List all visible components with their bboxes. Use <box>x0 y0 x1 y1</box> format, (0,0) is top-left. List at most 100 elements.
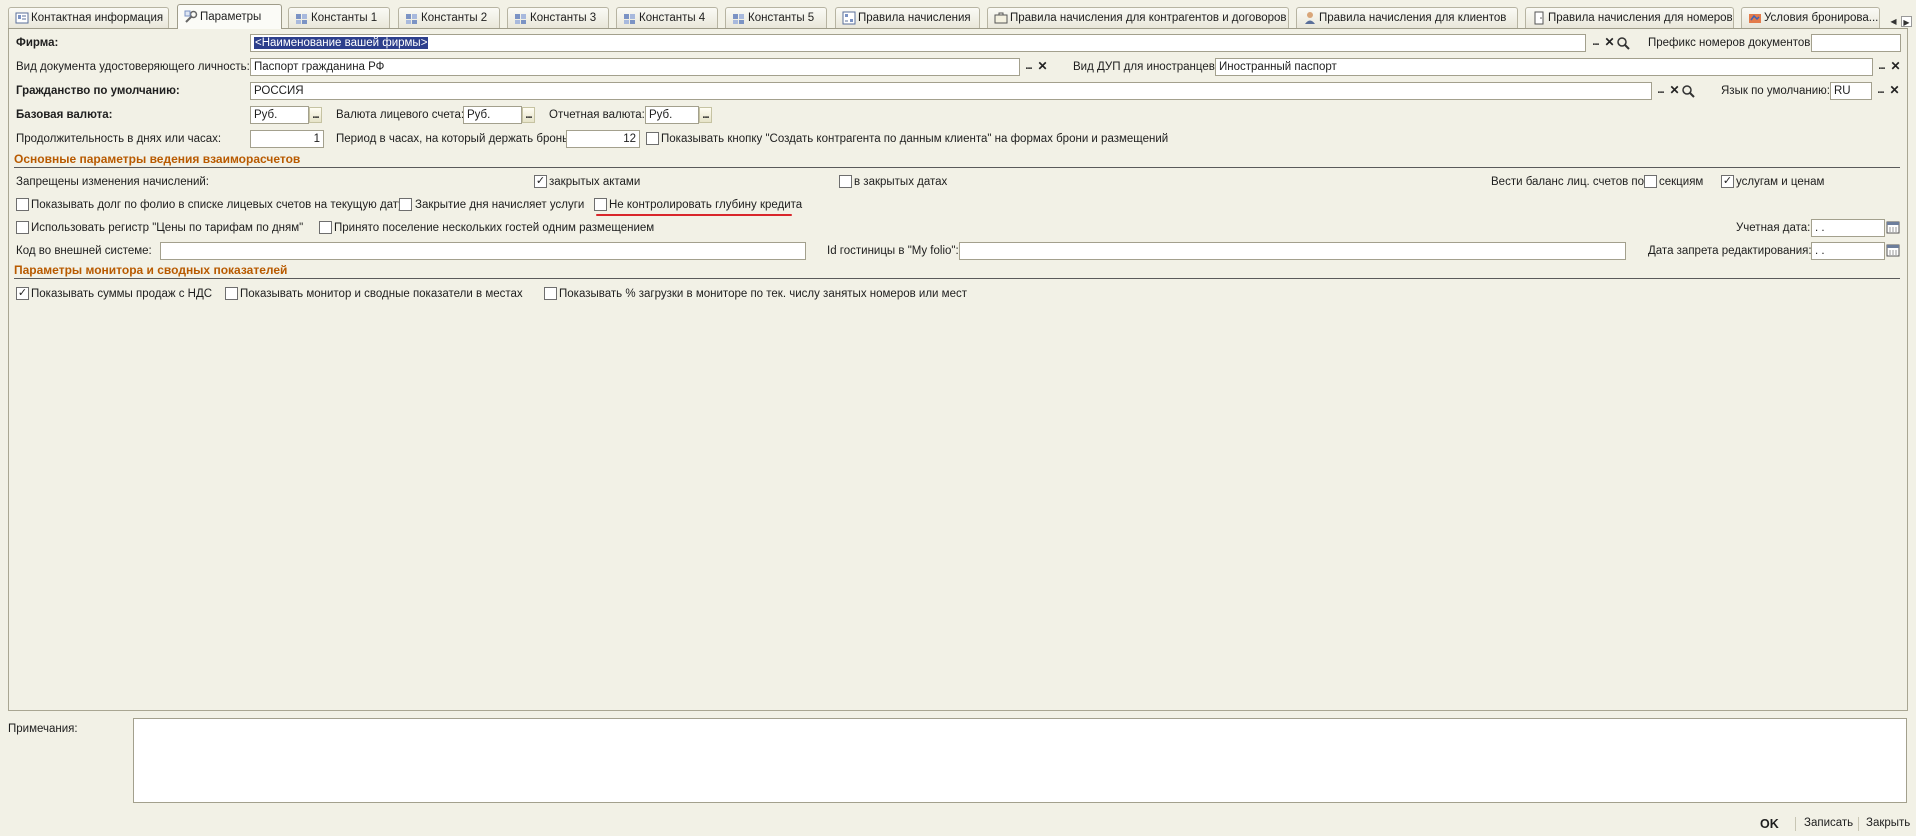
id-doc-clear-icon[interactable]: ✕ <box>1035 59 1050 75</box>
base-currency-select-button[interactable]: ... <box>309 107 322 123</box>
show-load-label: Показывать % загрузки в мониторе по тек.… <box>559 288 967 300</box>
day-close-checkbox[interactable] <box>399 198 412 211</box>
tab-label: Константы 3 <box>530 12 597 24</box>
base-currency-label: Базовая валюта: <box>16 109 113 121</box>
account-currency-label: Валюта лицевого счета: <box>336 109 465 121</box>
closed-acts-checkbox[interactable]: ✓ <box>534 175 547 188</box>
tab-scroll-right-icon[interactable]: ▶ <box>1901 16 1912 27</box>
id-doc-label: Вид документа удостоверяющего личность: <box>16 61 250 73</box>
ok-button[interactable]: OK <box>1760 817 1779 831</box>
closed-acts-label: закрытых актами <box>549 176 641 188</box>
tab-label: Правила начисления для номеров <box>1548 12 1733 24</box>
show-sales-vat-checkbox[interactable]: ✓ <box>16 287 29 300</box>
booking-conditions-icon <box>1749 14 1761 23</box>
edit-ban-date-calendar-icon[interactable] <box>1886 243 1900 257</box>
report-currency-select-button[interactable]: ... <box>699 107 712 123</box>
edit-ban-date-field[interactable]: . . <box>1811 242 1885 260</box>
firm-clear-icon[interactable]: ✕ <box>1602 35 1617 51</box>
citizenship-field[interactable]: РОССИЯ <box>250 82 1652 100</box>
report-currency-field[interactable]: Руб. <box>645 106 699 124</box>
account-currency-field[interactable]: Руб. <box>463 106 522 124</box>
citizenship-select-button[interactable]: ... <box>1653 83 1668 99</box>
rules-icon <box>842 11 856 25</box>
language-clear-icon[interactable]: ✕ <box>1887 83 1902 99</box>
account-date-field[interactable]: . . <box>1811 219 1885 237</box>
tab-label: Контактная информация <box>31 12 164 24</box>
language-field[interactable]: RU <box>1830 82 1872 100</box>
tab-constants-2[interactable]: Константы 2 <box>398 7 500 28</box>
tab-booking-conditions[interactable]: Условия бронирова... <box>1741 7 1880 28</box>
no-credit-depth-label: Не контролировать глубину кредита <box>609 199 803 211</box>
foreign-doc-label: Вид ДУП для иностранцев: <box>1073 61 1219 73</box>
notes-textarea[interactable] <box>133 718 1907 803</box>
constants-icon <box>515 14 526 24</box>
no-credit-depth-checkbox[interactable] <box>594 198 607 211</box>
tab-accrual-rules[interactable]: Правила начисления <box>835 7 980 28</box>
tab-label: Константы 2 <box>421 12 488 24</box>
tab-constants-1[interactable]: Константы 1 <box>288 7 390 28</box>
tab-label: Константы 5 <box>748 12 815 24</box>
multi-guest-checkbox[interactable] <box>319 221 332 234</box>
show-debt-checkbox[interactable] <box>16 198 29 211</box>
edit-ban-date-label: Дата запрета редактирования: <box>1648 245 1812 257</box>
foreign-doc-clear-icon[interactable]: ✕ <box>1888 59 1903 75</box>
tab-contact-info[interactable]: Контактная информация <box>8 7 169 28</box>
bottom-separator <box>1795 817 1796 831</box>
tab-constants-5[interactable]: Константы 5 <box>725 7 827 28</box>
services-prices-label: услугам и ценам <box>1736 176 1825 188</box>
language-select-button[interactable]: ... <box>1873 83 1888 99</box>
id-doc-field[interactable]: Паспорт гражданина РФ <box>250 58 1020 76</box>
tab-scroll-left-icon[interactable]: ◀ <box>1888 16 1899 27</box>
tab-parameters[interactable]: Параметры <box>177 4 282 29</box>
show-debt-label: Показывать долг по фолио в списке лицевы… <box>31 199 404 211</box>
foreign-doc-field[interactable]: Иностранный паспорт <box>1215 58 1873 76</box>
foreign-doc-select-button[interactable]: ... <box>1874 59 1889 75</box>
tab-bar: Контактная информация Параметры Констант… <box>8 4 1912 29</box>
tab-accrual-rules-contractors[interactable]: Правила начисления для контрагентов и до… <box>987 7 1289 28</box>
external-code-label: Код во внешней системе: <box>16 245 152 257</box>
monitor-section-title: Параметры монитора и сводных показателей <box>14 264 1900 279</box>
show-sales-vat-label: Показывать суммы продаж с НДС <box>31 288 213 300</box>
citizenship-label: Гражданство по умолчанию: <box>16 85 180 97</box>
close-button[interactable]: Закрыть <box>1866 817 1910 829</box>
tab-label: Условия бронирова... <box>1764 12 1879 24</box>
doc-prefix-label: Префикс номеров документов: <box>1648 37 1814 49</box>
citizenship-clear-icon[interactable]: ✕ <box>1667 83 1682 99</box>
show-load-checkbox[interactable] <box>544 287 557 300</box>
myfolio-field[interactable] <box>959 242 1626 260</box>
id-doc-select-button[interactable]: ... <box>1021 59 1036 75</box>
forbidden-changes-label: Запрещены изменения начислений: <box>16 176 210 188</box>
myfolio-label: Id гостиницы в "My folio": <box>827 245 959 257</box>
hold-period-field[interactable]: 12 <box>566 130 640 148</box>
settlements-section-title: Основные параметры ведения взаиморасчето… <box>14 153 1900 168</box>
services-prices-checkbox[interactable]: ✓ <box>1721 175 1734 188</box>
closed-dates-checkbox[interactable] <box>839 175 852 188</box>
doc-prefix-field[interactable] <box>1811 34 1901 52</box>
tab-accrual-rules-rooms[interactable]: Правила начисления для номеров <box>1525 7 1734 28</box>
save-button[interactable]: Записать <box>1804 817 1853 829</box>
tab-accrual-rules-clients[interactable]: Правила начисления для клиентов <box>1296 7 1518 28</box>
firm-select-button[interactable]: ... <box>1588 35 1603 51</box>
sections-label: секциям <box>1659 176 1704 188</box>
sections-checkbox[interactable] <box>1644 175 1657 188</box>
account-date-calendar-icon[interactable] <box>1886 220 1900 234</box>
show-create-contractor-checkbox[interactable] <box>646 132 659 145</box>
constants-icon <box>406 14 417 24</box>
citizenship-search-icon[interactable] <box>1681 83 1696 99</box>
person-icon <box>1305 12 1315 24</box>
firm-field[interactable]: <Наименование вашей фирмы> <box>250 34 1586 52</box>
account-currency-select-button[interactable]: ... <box>522 107 535 123</box>
tab-constants-4[interactable]: Константы 4 <box>616 7 718 28</box>
tab-label: Константы 1 <box>311 12 378 24</box>
bottom-separator <box>1858 817 1859 831</box>
use-register-checkbox[interactable] <box>16 221 29 234</box>
tab-constants-3[interactable]: Константы 3 <box>507 7 609 28</box>
firm-search-icon[interactable] <box>1616 35 1631 51</box>
show-monitor-places-checkbox[interactable] <box>225 287 238 300</box>
firm-value: <Наименование вашей фирмы> <box>254 37 429 49</box>
external-code-field[interactable] <box>160 242 806 260</box>
duration-field[interactable]: 1 <box>250 130 324 148</box>
tab-label: Константы 4 <box>639 12 706 24</box>
bottom-action-bar: OK Записать Закрыть <box>0 812 1916 836</box>
base-currency-field[interactable]: Руб. <box>250 106 309 124</box>
